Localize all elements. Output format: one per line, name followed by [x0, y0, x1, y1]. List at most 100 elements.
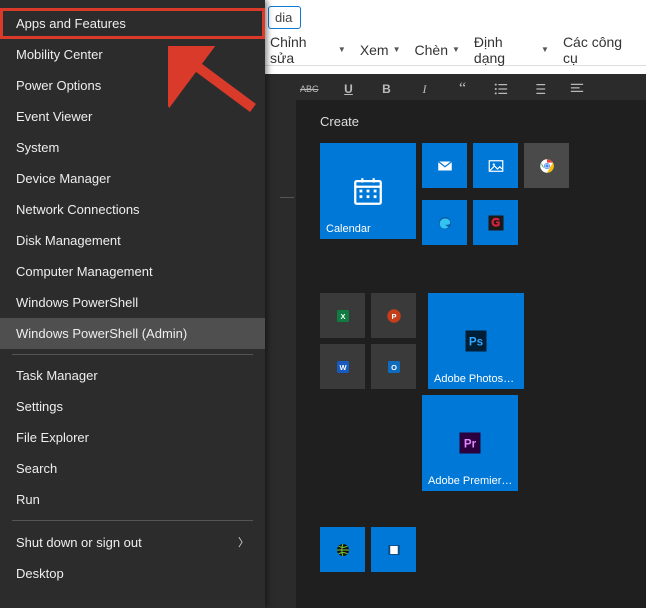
menu-insert[interactable]: Chèn▼ — [409, 42, 466, 58]
tile-label: Adobe Photoshop C... — [434, 373, 520, 385]
tile-garena[interactable] — [473, 200, 518, 245]
tile-edge[interactable] — [422, 200, 467, 245]
menu-format-label: Định dạng — [474, 34, 537, 66]
winx-settings[interactable]: Settings — [0, 391, 265, 422]
calendar-icon — [351, 174, 385, 208]
chevron-down-icon: ▼ — [393, 45, 401, 54]
winx-disk-management[interactable]: Disk Management — [0, 225, 265, 256]
bold-icon[interactable]: B — [379, 81, 395, 97]
winx-powershell[interactable]: Windows PowerShell — [0, 287, 265, 318]
excel-icon: X — [334, 307, 352, 325]
winx-item-label: Disk Management — [16, 233, 121, 248]
winx-item-label: Network Connections — [16, 202, 140, 217]
tile-app-1[interactable] — [320, 527, 365, 572]
winx-item-label: Desktop — [16, 566, 64, 581]
edge-icon — [436, 214, 454, 232]
winx-task-manager[interactable]: Task Manager — [0, 360, 265, 391]
winx-system[interactable]: System — [0, 132, 265, 163]
svg-text:P: P — [391, 312, 396, 321]
tile-photoshop[interactable]: Ps Adobe Photoshop C... — [428, 293, 524, 389]
tile-outlook[interactable]: O — [371, 344, 416, 389]
winx-item-label: Task Manager — [16, 368, 98, 383]
winx-item-label: Shut down or sign out — [16, 535, 142, 550]
photos-icon — [487, 157, 505, 175]
winx-run[interactable]: Run — [0, 484, 265, 515]
start-tiles-panel: Create Calendar — [296, 100, 646, 608]
menu-view-label: Xem — [360, 42, 389, 58]
menu-edit[interactable]: Chỉnh sửa ▼ — [264, 34, 352, 66]
svg-text:W: W — [339, 363, 347, 372]
chevron-right-icon: 〉 — [238, 534, 249, 550]
winx-search[interactable]: Search — [0, 453, 265, 484]
svg-text:Ps: Ps — [469, 336, 483, 349]
winx-item-label: Apps and Features — [16, 16, 126, 31]
winx-item-label: Power Options — [16, 78, 101, 93]
tile-excel[interactable]: X — [320, 293, 365, 338]
winx-event-viewer[interactable]: Event Viewer — [0, 101, 265, 132]
menu-tools-label: Các công cụ — [563, 34, 640, 66]
tile-app-2[interactable] — [371, 527, 416, 572]
winx-device-manager[interactable]: Device Manager — [0, 163, 265, 194]
winx-menu: Apps and Features Mobility Center Power … — [0, 0, 265, 608]
tile-calendar[interactable]: Calendar — [320, 143, 416, 239]
tile-powerpoint[interactable]: P — [371, 293, 416, 338]
menu-separator — [12, 520, 253, 521]
tile-chrome[interactable] — [524, 143, 569, 188]
svg-text:Pr: Pr — [464, 438, 477, 451]
quote-icon[interactable]: “ — [455, 81, 471, 97]
bullet-list-icon[interactable] — [493, 81, 509, 97]
menu-tools[interactable]: Các công cụ — [557, 34, 646, 66]
winx-mobility-center[interactable]: Mobility Center — [0, 39, 265, 70]
tile-word[interactable]: W — [320, 344, 365, 389]
group-title-create: Create — [320, 114, 646, 129]
winx-item-label: Event Viewer — [16, 109, 92, 124]
tile-row-bottom — [320, 527, 646, 572]
winx-apps-and-features[interactable]: Apps and Features — [0, 8, 265, 39]
chevron-down-icon: ▼ — [338, 45, 346, 54]
winx-item-label: Windows PowerShell — [16, 295, 138, 310]
tile-mail[interactable] — [422, 143, 467, 188]
svg-text:O: O — [391, 363, 397, 372]
winx-item-label: Mobility Center — [16, 47, 103, 62]
garena-icon — [487, 214, 505, 232]
italic-icon[interactable]: I — [417, 81, 433, 97]
tile-premiere[interactable]: Pr Adobe Premiere Pro... — [422, 395, 518, 491]
winx-item-label: Run — [16, 492, 40, 507]
winx-powershell-admin[interactable]: Windows PowerShell (Admin) — [0, 318, 265, 349]
align-icon[interactable] — [569, 81, 585, 97]
menu-separator — [12, 354, 253, 355]
globe-icon — [334, 541, 352, 559]
winx-desktop[interactable]: Desktop — [0, 558, 265, 589]
tile-photos[interactable] — [473, 143, 518, 188]
winx-item-label: Computer Management — [16, 264, 153, 279]
menu-format[interactable]: Định dạng ▼ — [468, 34, 555, 66]
winx-item-label: Settings — [16, 399, 63, 414]
word-icon: W — [334, 358, 352, 376]
outlook-icon: O — [385, 358, 403, 376]
tile-label: Adobe Premiere Pro... — [428, 475, 514, 487]
editor-menu: Chỉnh sửa▼ Xem▼ Chèn▼ Định dạng▼ Các côn… — [264, 40, 646, 66]
winx-power-options[interactable]: Power Options — [0, 70, 265, 101]
divider — [280, 197, 294, 198]
winx-shutdown[interactable]: Shut down or sign out 〉 — [0, 526, 265, 558]
media-button[interactable]: dia — [268, 6, 301, 29]
svg-text:X: X — [340, 312, 345, 321]
chevron-down-icon: ▼ — [541, 45, 549, 54]
menu-edit-label: Chỉnh sửa — [270, 34, 334, 66]
winx-item-label: System — [16, 140, 59, 155]
menu-view[interactable]: Xem ▼ — [354, 42, 407, 58]
tile-label: Calendar — [326, 223, 412, 235]
winx-file-explorer[interactable]: File Explorer — [0, 422, 265, 453]
video-icon — [385, 541, 403, 559]
strike-icon[interactable]: ABC — [300, 84, 319, 94]
menu-insert-label: Chèn — [415, 42, 448, 58]
underline-icon[interactable]: U — [341, 81, 357, 97]
mail-icon — [436, 157, 454, 175]
number-list-icon[interactable] — [531, 81, 547, 97]
winx-network-connections[interactable]: Network Connections — [0, 194, 265, 225]
tile-row: Calendar — [320, 143, 646, 251]
winx-computer-management[interactable]: Computer Management — [0, 256, 265, 287]
tile-cluster-2: X P W O Ps Adobe Photoshop C... — [320, 293, 646, 389]
winx-item-label: File Explorer — [16, 430, 89, 445]
winx-item-label: Windows PowerShell (Admin) — [16, 326, 187, 341]
